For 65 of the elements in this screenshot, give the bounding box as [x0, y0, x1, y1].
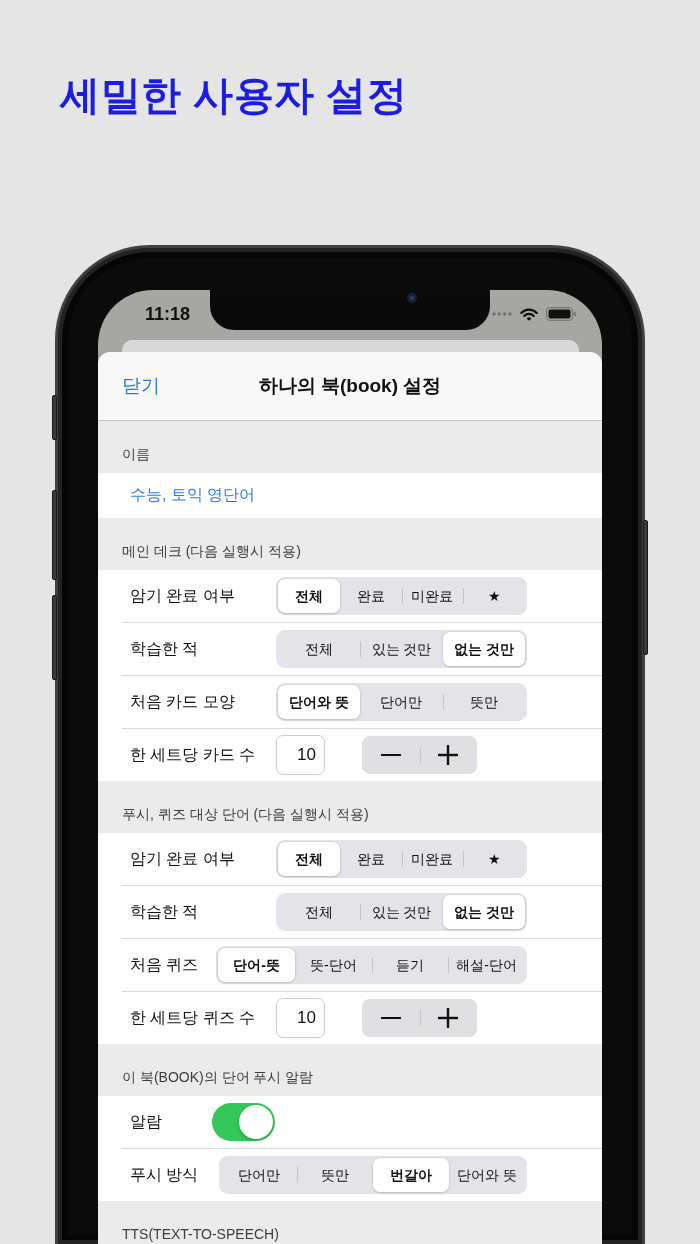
segmented-control[interactable]: 단어만 뜻만 번갈아 단어와 뜻: [219, 1156, 527, 1194]
section-header: 이름: [121, 445, 150, 464]
segment-tab[interactable]: 없는 것만: [442, 895, 525, 929]
minus-icon: [380, 753, 401, 757]
segment-tab[interactable]: ★: [463, 842, 525, 876]
segment-tab[interactable]: 뜻만: [442, 685, 525, 719]
segment-tab[interactable]: 있는 것만: [360, 632, 443, 666]
segmented-control[interactable]: 전체 완료 미완료 ★: [276, 577, 527, 615]
segment-tab[interactable]: 뜻-단어: [295, 948, 372, 982]
segment-tab[interactable]: 완료: [339, 842, 402, 876]
segment-tab[interactable]: 전체: [278, 579, 340, 613]
close-button[interactable]: 닫기: [122, 373, 160, 399]
setting-label: 암기 완료 여부: [130, 585, 235, 606]
segment-tab[interactable]: 미완료: [401, 842, 464, 876]
segmented-control[interactable]: 전체 있는 것만 없는 것만: [276, 893, 527, 931]
segment-tab[interactable]: 전체: [278, 632, 361, 666]
status-time: 11:18: [145, 304, 191, 324]
setting-label: 푸시 방식: [130, 1164, 199, 1185]
camera-lens-icon: [407, 293, 417, 303]
section-header: TTS(TEXT-TO-SPEECH): [121, 1225, 279, 1244]
segment-tab[interactable]: 단어와 뜻: [449, 1158, 525, 1192]
segment-tab[interactable]: 전체: [278, 842, 340, 876]
signal-dots-icon: [492, 312, 512, 316]
segment-tab[interactable]: 듣기: [371, 948, 449, 982]
section-header: 푸시, 퀴즈 대상 단어 (다음 실행시 적용): [121, 805, 369, 824]
setting-label: 한 세트당 카드 수: [130, 744, 256, 765]
setting-label: 학습한 적: [130, 638, 199, 659]
setting-label: 학습한 적: [130, 901, 199, 922]
segment-tab[interactable]: 전체: [278, 895, 361, 929]
number-field[interactable]: 10: [276, 735, 325, 775]
segment-tab[interactable]: 해설-단어: [448, 948, 525, 982]
section-header: 메인 데크 (다음 실행시 적용): [121, 542, 301, 561]
segment-tab[interactable]: 있는 것만: [360, 895, 443, 929]
toggle-switch[interactable]: [212, 1103, 275, 1141]
stepper[interactable]: [362, 736, 477, 774]
setting-label: 처음 카드 모양: [130, 691, 235, 712]
battery-icon: [546, 307, 576, 321]
number-field[interactable]: 10: [276, 998, 325, 1038]
segmented-control[interactable]: 전체 있는 것만 없는 것만: [276, 630, 527, 668]
headline: 세밀한 사용자 설정: [60, 72, 408, 119]
plus-icon: [438, 1008, 459, 1028]
plus-icon: [438, 745, 459, 765]
setting-label: 한 세트당 퀴즈 수: [130, 1007, 256, 1028]
setting-label: 알람: [130, 1111, 162, 1132]
segment-tab[interactable]: 뜻만: [297, 1158, 374, 1192]
book-name-field[interactable]: 수능, 토익 영단어: [98, 473, 602, 518]
segment-tab[interactable]: 미완료: [401, 579, 464, 613]
segment-tab[interactable]: 단어만: [221, 1158, 298, 1192]
wifi-icon: [520, 307, 538, 321]
segment-tab[interactable]: 없는 것만: [442, 632, 525, 666]
segment-tab[interactable]: 단어와 뜻: [278, 685, 361, 719]
setting-label: 암기 완료 여부: [130, 848, 235, 869]
segmented-control[interactable]: 전체 완료 미완료 ★: [276, 840, 527, 878]
segment-tab[interactable]: 번갈아: [373, 1158, 450, 1192]
segmented-control[interactable]: 단어-뜻 뜻-단어 듣기 해설-단어: [216, 946, 527, 984]
section-header: 이 북(BOOK)의 단어 푸시 알람: [121, 1068, 314, 1087]
setting-label: 처음 퀴즈: [130, 954, 199, 975]
segment-tab[interactable]: 단어-뜻: [218, 948, 295, 982]
segment-tab[interactable]: 단어만: [360, 685, 443, 719]
segment-tab[interactable]: 완료: [339, 579, 402, 613]
segmented-control[interactable]: 단어와 뜻 단어만 뜻만: [276, 683, 527, 721]
segment-tab[interactable]: ★: [463, 579, 525, 613]
stepper[interactable]: [362, 999, 477, 1037]
nav-title: 하나의 북(book) 설정: [258, 374, 442, 398]
minus-icon: [380, 1016, 401, 1020]
